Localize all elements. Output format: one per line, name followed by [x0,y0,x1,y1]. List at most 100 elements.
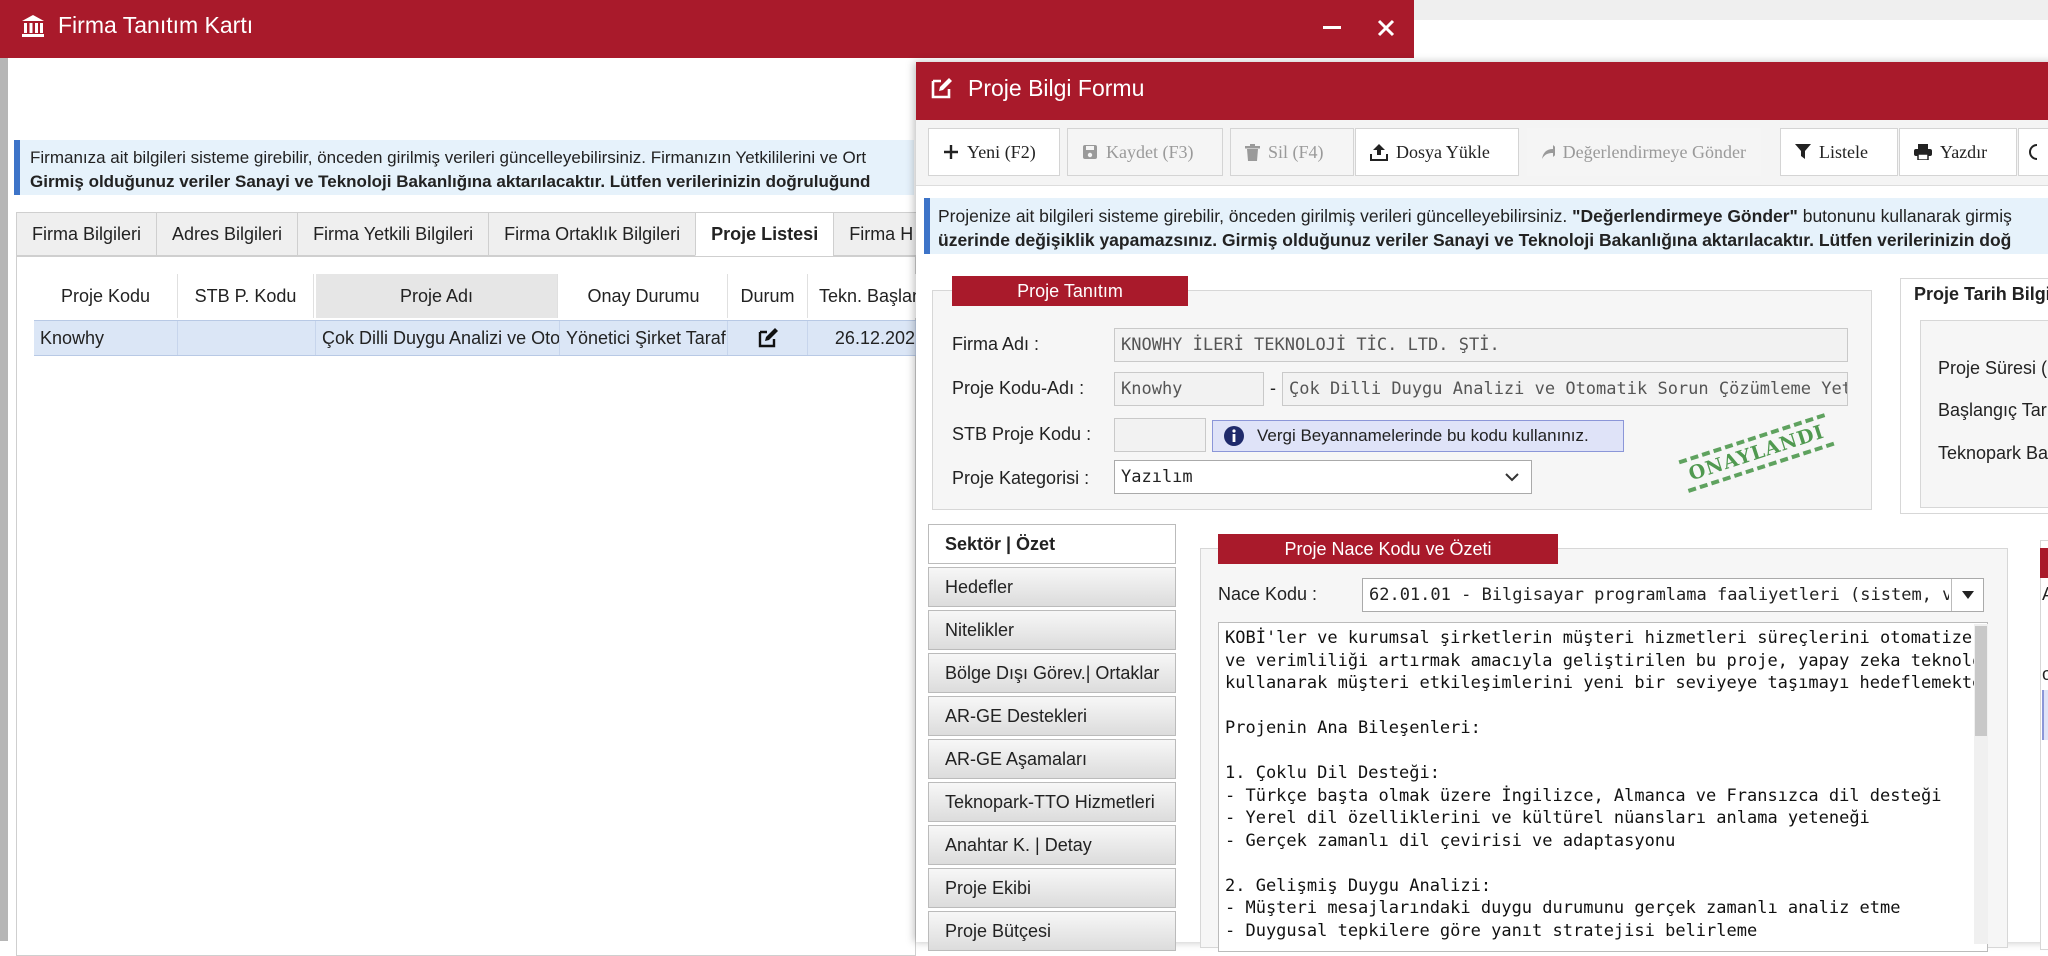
edit-icon [930,76,954,100]
more-button[interactable] [2018,128,2048,176]
side-item-sektor-ozet[interactable]: Sektör | Özet [928,524,1176,564]
upload-label: Dosya Yükle [1396,141,1490,162]
right-partial-legend [2040,548,2048,578]
tab-proje-listesi[interactable]: Proje Listesi [695,212,835,256]
side-item-arge-asamalari[interactable]: AR-GE Aşamaları [928,739,1176,779]
print-button[interactable]: Yazdır [1899,128,2017,176]
upload-button[interactable]: Dosya Yükle [1355,128,1519,176]
dash-separator: - [1270,378,1276,398]
section-legend: Proje Nace Kodu ve Özeti [1218,534,1558,564]
filter-icon [1795,144,1811,159]
side-item-nitelikler[interactable]: Nitelikler [928,610,1176,650]
delete-button[interactable]: Sil (F4) [1230,128,1354,176]
window-title: Firma Tanıtım Kartı [58,12,254,38]
kategori-label: Proje Kategorisi : [952,468,1090,488]
upload-icon [1370,144,1388,161]
teknopark-label: Teknopark Ba [1938,443,2048,463]
firma-tabs: Firma Bilgileri Adres Bilgileri Firma Ye… [16,212,930,256]
window-border [0,58,8,941]
proje-window-titlebar: Proje Bilgi Formu [916,62,2048,120]
cell-proje-kodu: Knowhy [34,321,178,355]
baslangic-tarihi-label: Başlangıç Tar [1938,400,2047,420]
proje-suresi-label: Proje Süresi ( [1938,358,2048,378]
tab-adres-bilgileri[interactable]: Adres Bilgileri [156,212,299,256]
minimize-button[interactable] [1312,8,1352,48]
column-header[interactable]: Durum [728,274,808,318]
print-label: Yazdır [1940,141,1988,162]
right-partial-label-o: o [2042,664,2048,684]
save-button[interactable]: Kaydet (F3) [1067,128,1223,176]
info-text-bold: Girmiş olduğunuz veriler Sanayi ve Tekno… [30,172,871,191]
floppy-icon [1083,145,1097,159]
side-item-teknopark-tto[interactable]: Teknopark-TTO Hizmetleri [928,782,1176,822]
tab-firma-bilgileri[interactable]: Firma Bilgileri [16,212,158,256]
side-item-proje-ekibi[interactable]: Proje Ekibi [928,868,1176,908]
side-item-anahtar-kelime[interactable]: Anahtar K. | Detay [928,825,1176,865]
right-partial-note [2042,690,2048,740]
kategori-value: Yazılım [1121,467,1193,487]
new-label: Yeni (F2) [967,141,1036,162]
info-banner: Firmanıza ait bilgileri sisteme girebili… [14,140,914,195]
textarea-scrollbar[interactable] [1974,624,1988,944]
chevron-down-icon [1505,473,1519,482]
info-text-a: Projenize ait bilgileri sisteme girebili… [938,206,1573,226]
tarih-legend: Proje Tarih Bilgi [1914,284,2048,304]
save-label: Kaydet (F3) [1106,141,1194,162]
caret-down-icon[interactable] [1951,579,1983,611]
info-text: Projenize ait bilgileri sisteme girebili… [938,204,2046,228]
share-icon [1542,145,1555,159]
column-header[interactable]: Proje Adı [316,274,558,318]
nace-kodu-select[interactable]: 62.01.01 - Bilgisayar programlama faaliy… [1362,578,1984,612]
tab-firma-ortaklik[interactable]: Firma Ortaklık Bilgileri [488,212,697,256]
scrollbar-thumb[interactable] [1975,626,1987,736]
background-area [1414,0,2048,20]
column-header[interactable]: Proje Kodu [34,274,178,318]
cell-stb-kodu [178,321,316,355]
side-item-bolge-disi[interactable]: Bölge Dışı Görev.| Ortaklar [928,653,1176,693]
close-button[interactable] [1366,8,1406,48]
nace-kodu-label: Nace Kodu : [1218,584,1318,604]
firma-window-titlebar: Firma Tanıtım Kartı [0,0,1414,58]
delete-label: Sil (F4) [1268,141,1324,162]
cell-tekn-baslangic: 26.12.202 [808,321,916,355]
stb-note-text: Vergi Beyannamelerinde bu kodu kullanını… [1257,426,1589,445]
tab-panel [16,256,916,956]
info-icon [1224,426,1244,446]
tab-firma-yetkili[interactable]: Firma Yetkili Bilgileri [297,212,490,256]
cell-proje-adi: Çok Dilli Duygu Analizi ve Oto [316,321,560,355]
edit-icon[interactable] [728,321,808,355]
side-item-proje-butcesi[interactable]: Proje Bütçesi [928,911,1176,951]
printer-icon [1914,144,1932,160]
kategori-select[interactable]: Yazılım [1114,460,1532,494]
cell-onay-durumu: Yönetici Şirket Taraf [560,321,728,355]
side-item-hedefler[interactable]: Hedefler [928,567,1176,607]
firma-adi-field[interactable]: KNOWHY İLERİ TEKNOLOJİ TİC. LTD. ŞTİ. [1114,328,1848,362]
info-text: Firmanıza ait bilgileri sisteme girebili… [30,148,867,167]
tab-firma-h[interactable]: Firma H [833,212,930,256]
stb-kodu-field[interactable] [1114,418,1206,452]
firma-adi-label: Firma Adı : [952,334,1040,354]
column-header[interactable]: Onay Durumu [560,274,728,318]
side-item-arge-destekleri[interactable]: AR-GE Destekleri [928,696,1176,736]
info-text-c: butonunu kullanarak girmiş [1797,206,2012,226]
proje-adi-field[interactable]: Çok Dilli Duygu Analizi ve Otomatik Soru… [1282,372,1848,406]
column-header[interactable]: STB P. Kodu [178,274,314,318]
right-partial-label-a: A [2042,584,2048,605]
nace-kodu-value: 62.01.01 - Bilgisayar programlama faaliy… [1369,585,1949,605]
section-legend: Proje Tanıtım [952,276,1188,306]
list-button[interactable]: Listele [1780,128,1898,176]
proje-ozet-textarea[interactable]: KOBİ'ler ve kurumsal şirketlerin müşteri… [1218,622,1988,952]
list-label: Listele [1819,141,1868,162]
proje-kodu-label: Proje Kodu-Adı : [952,378,1085,398]
bank-icon [20,13,46,39]
stb-note: Vergi Beyannamelerinde bu kodu kullanını… [1212,420,1624,452]
new-button[interactable]: Yeni (F2) [928,128,1060,176]
trash-icon [1245,143,1260,161]
toolbar: Yeni (F2) Kaydet (F3) Sil (F4) Dosya Yük… [916,120,2048,186]
info-banner: Projenize ait bilgileri sisteme girebili… [924,198,2048,254]
table-row[interactable]: Knowhy Çok Dilli Duygu Analizi ve Oto Yö… [34,320,916,356]
send-label: Değerlendirmeye Gönder [1562,141,1746,162]
proje-kodu-field[interactable]: Knowhy [1114,372,1264,406]
window-title: Proje Bilgi Formu [968,75,1145,101]
send-button[interactable]: Değerlendirmeye Gönder [1527,128,1761,176]
